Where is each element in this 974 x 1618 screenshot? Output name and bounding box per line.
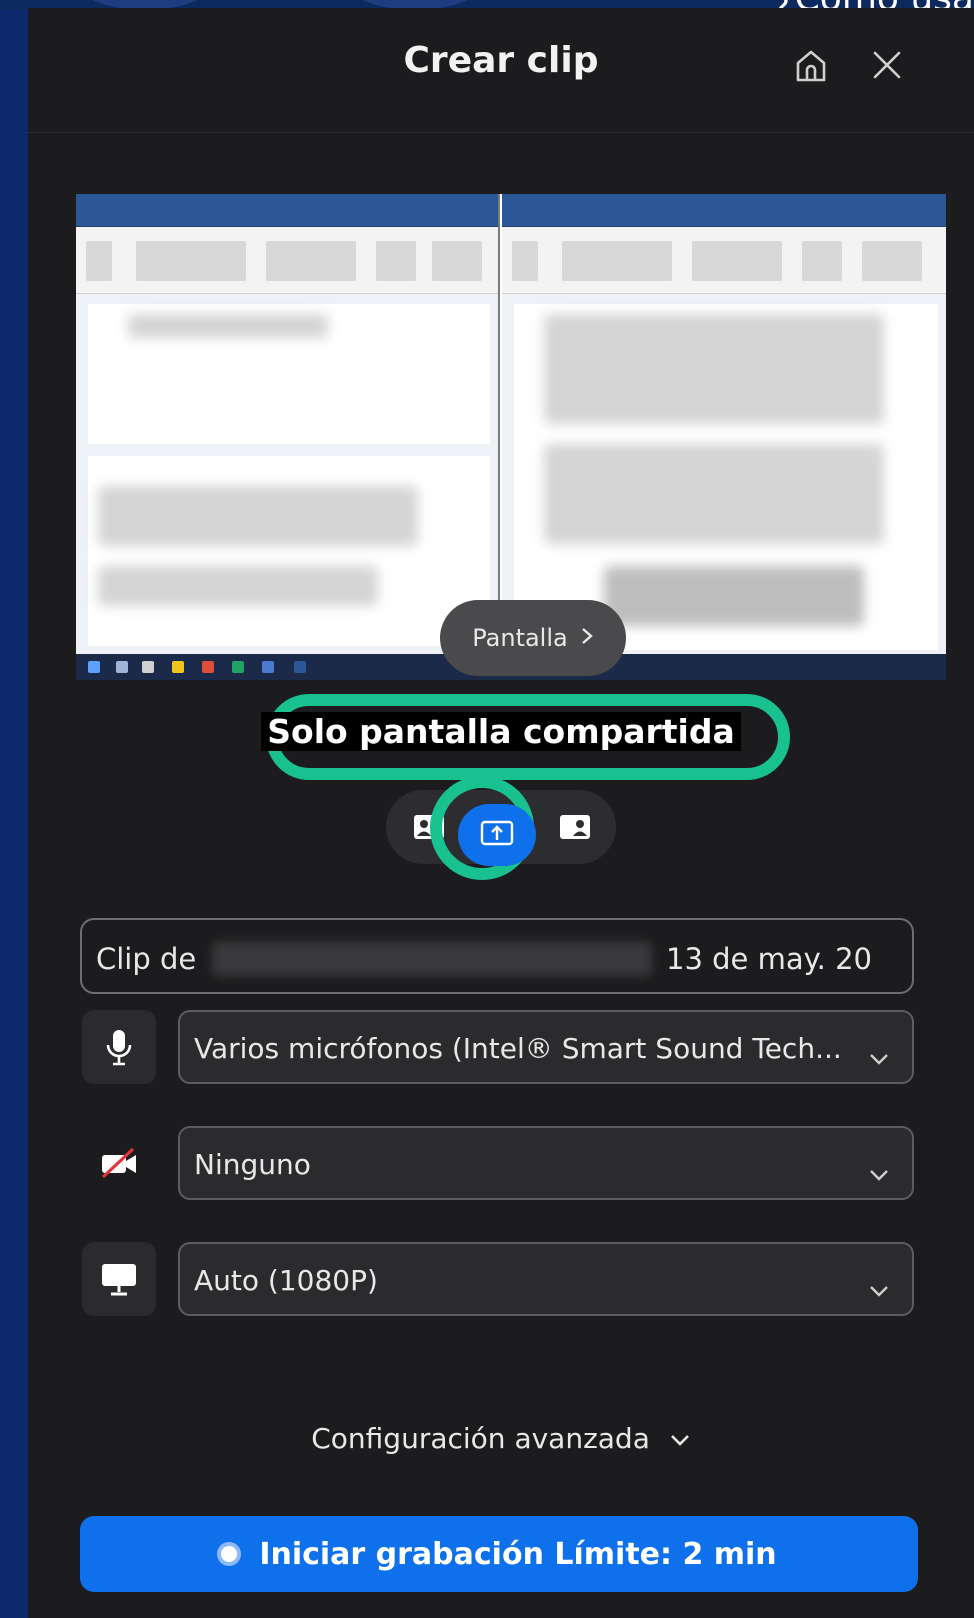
chevron-down-icon [868, 1156, 890, 1189]
camera-select[interactable]: Ninguno [178, 1126, 914, 1200]
advanced-settings-label: Configuración avanzada [311, 1422, 650, 1455]
resolution-select[interactable]: Auto (1080P) [178, 1242, 914, 1316]
clip-name-date: 13 de may. 20 [666, 942, 872, 976]
start-recording-label: Iniciar grabación Límite: 2 min [259, 1536, 777, 1572]
source-select-button[interactable]: Pantalla [440, 600, 626, 676]
advanced-settings-toggle[interactable]: Configuración avanzada [28, 1422, 974, 1455]
chevron-right-icon [580, 624, 594, 652]
resolution-value: Auto (1080P) [194, 1264, 378, 1297]
layout-camera-right-button[interactable] [552, 804, 598, 850]
microphone-select[interactable]: Varios micrófonos (Intel® Smart Sound Te… [178, 1010, 914, 1084]
microphone-value: Varios micrófonos (Intel® Smart Sound Te… [194, 1032, 842, 1065]
camera-value: Ninguno [194, 1148, 311, 1181]
start-recording-button[interactable]: Iniciar grabación Límite: 2 min [80, 1516, 918, 1592]
chevron-down-icon [868, 1040, 890, 1073]
clip-name-prefix: Clip de [96, 942, 197, 976]
home-icon[interactable] [788, 42, 834, 88]
create-clip-panel: Crear clip Pantalla Solo pantalla compar… [28, 8, 974, 1618]
camera-off-icon[interactable] [82, 1126, 156, 1200]
monitor-icon[interactable] [82, 1242, 156, 1316]
close-icon[interactable] [864, 42, 910, 88]
clip-name-redacted [212, 942, 652, 976]
layout-screen-only-button[interactable] [458, 804, 536, 866]
chevron-down-icon [659, 1422, 691, 1455]
preview-window-right [502, 194, 946, 656]
preview-window-left [76, 194, 500, 656]
source-select-label: Pantalla [472, 624, 568, 652]
record-dot-icon [221, 1546, 238, 1562]
clip-name-input[interactable]: Clip de 13 de may. 20 [80, 918, 914, 994]
layout-label: Solo pantalla compartida [28, 712, 974, 751]
share-screen-icon [480, 820, 514, 850]
panel-header: Crear clip [28, 8, 974, 133]
microphone-icon[interactable] [82, 1010, 156, 1084]
chevron-down-icon [868, 1272, 890, 1305]
